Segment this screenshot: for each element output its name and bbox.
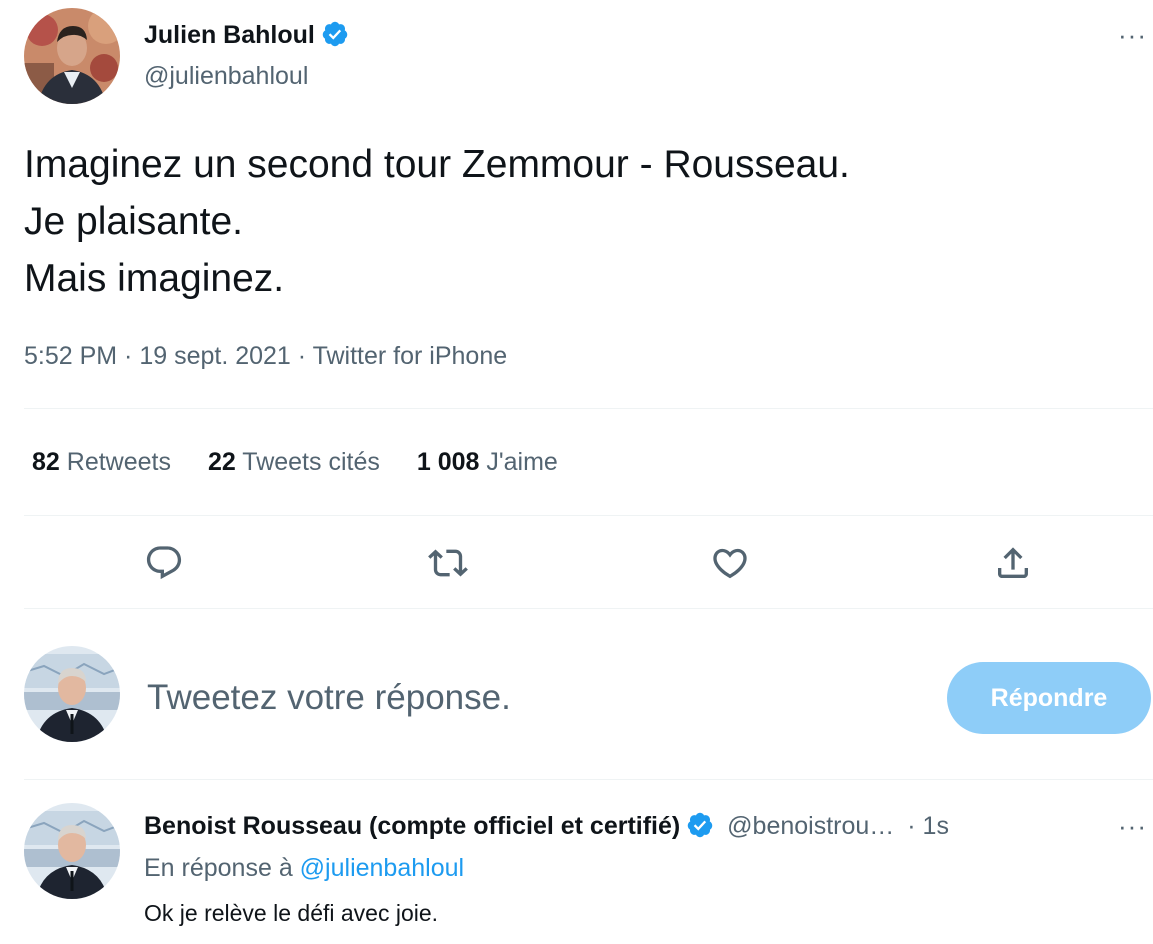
divider xyxy=(24,515,1153,516)
reply-text: Ok je relève le défi avec joie. xyxy=(144,900,439,926)
more-options-icon[interactable]: ··· xyxy=(1118,811,1147,842)
reply-icon[interactable] xyxy=(143,542,185,584)
quotes-stat[interactable]: 22 Tweets cités xyxy=(208,448,380,477)
quotes-label: Tweets cités xyxy=(242,448,380,476)
in-reply-handle-link[interactable]: @julienbahloul xyxy=(300,854,464,882)
verified-badge-icon xyxy=(321,20,349,48)
divider xyxy=(24,408,1153,409)
retweet-icon[interactable] xyxy=(427,542,469,584)
reply-header: Benoist Rousseau (compte officiel et cer… xyxy=(144,811,949,841)
tweet-timestamp[interactable]: 5:52 PM · 19 sept. 2021 · Twitter for iP… xyxy=(24,342,507,371)
tweet-text: Imaginez un second tour Zemmour - Rousse… xyxy=(24,136,850,307)
tweet-stats: 82 Retweets 22 Tweets cités 1 008 J'aime xyxy=(32,448,595,477)
heart-icon[interactable] xyxy=(709,542,751,584)
divider xyxy=(24,779,1153,780)
in-reply-to: En réponse à @julienbahloul xyxy=(144,854,464,883)
more-options-icon[interactable]: ··· xyxy=(1118,20,1147,51)
author-avatar[interactable] xyxy=(24,8,120,104)
divider xyxy=(24,608,1153,609)
likes-count: 1 008 xyxy=(416,448,480,476)
in-reply-prefix: En réponse à xyxy=(144,854,293,882)
tweet-line: Je plaisante. xyxy=(24,200,243,243)
current-user-avatar[interactable] xyxy=(24,646,120,742)
reply-author-name[interactable]: Benoist Rousseau (compte officiel et cer… xyxy=(144,812,680,840)
likes-label: J'aime xyxy=(486,448,558,476)
share-icon[interactable] xyxy=(992,542,1034,584)
reply-author-handle[interactable]: @benoistrou… xyxy=(727,812,894,840)
reply-button[interactable]: Répondre xyxy=(947,662,1151,734)
likes-stat[interactable]: 1 008 J'aime xyxy=(417,448,558,477)
reply-input[interactable]: Tweetez votre réponse. xyxy=(147,678,511,718)
reply-time[interactable]: · 1s xyxy=(907,812,949,840)
author-handle[interactable]: @julienbahloul xyxy=(144,62,308,91)
retweets-stat[interactable]: 82 Retweets xyxy=(32,448,171,477)
retweets-label: Retweets xyxy=(66,448,171,476)
retweets-count: 82 xyxy=(32,448,60,476)
quotes-count: 22 xyxy=(207,448,236,476)
tweet-line: Mais imaginez. xyxy=(24,257,285,300)
verified-badge-icon xyxy=(686,811,714,839)
author-name[interactable]: Julien Bahloul xyxy=(144,21,315,49)
reply-author-avatar[interactable] xyxy=(24,803,120,899)
tweet-line: Imaginez un second tour Zemmour - Rousse… xyxy=(24,143,850,186)
